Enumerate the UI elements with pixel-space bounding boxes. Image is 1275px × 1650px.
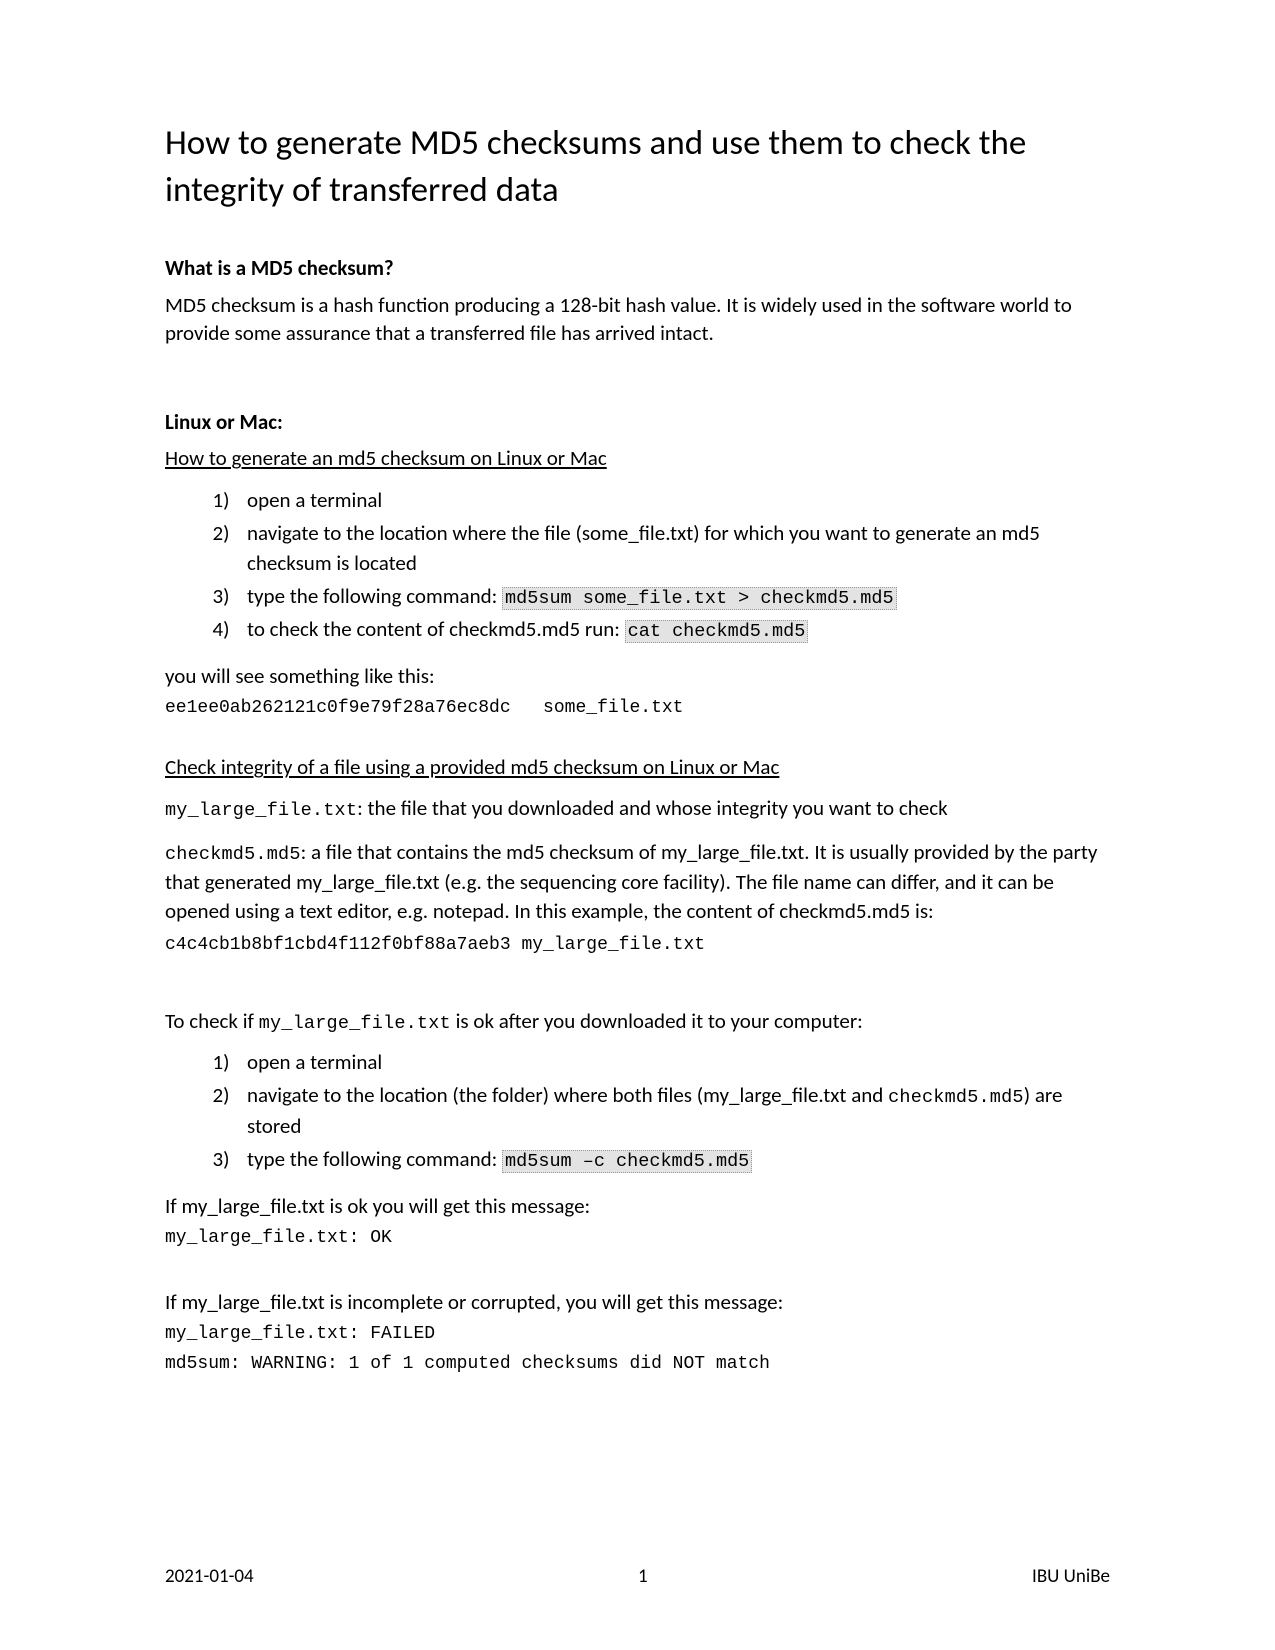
filename-checkmd5: checkmd5.md5 xyxy=(888,1087,1024,1108)
paragraph-large-file: my_large_file.txt: the file that you dow… xyxy=(165,794,1110,824)
paragraph-output-intro: you will see something like this: xyxy=(165,662,1110,690)
text: : the file that you downloaded and whose… xyxy=(357,795,948,821)
list-verify-steps: open a terminal navigate to the location… xyxy=(165,1047,1110,1176)
code-output-ok: my_large_file.txt: OK xyxy=(165,1228,1110,1248)
command-md5sum-check: md5sum –c checkmd5.md5 xyxy=(502,1150,752,1173)
document-page: How to generate MD5 checksums and use th… xyxy=(0,0,1275,1650)
list-generate-steps: open a terminal navigate to the location… xyxy=(165,485,1110,646)
text: navigate to the location (the folder) wh… xyxy=(247,1082,888,1108)
step-text: type the following command: xyxy=(247,1146,502,1172)
page-title: How to generate MD5 checksums and use th… xyxy=(165,120,1110,215)
paragraph-ok-intro: If my_large_file.txt is ok you will get … xyxy=(165,1192,1110,1220)
sub-heading-generate: How to generate an md5 checksum on Linux… xyxy=(165,445,1110,471)
footer-org: IBU UniBe xyxy=(1032,1565,1110,1588)
list-item: navigate to the location where the file … xyxy=(239,518,1110,579)
list-item: open a terminal xyxy=(239,485,1110,515)
list-item: navigate to the location (the folder) wh… xyxy=(239,1080,1110,1142)
step-text: to check the content of checkmd5.md5 run… xyxy=(247,616,625,642)
code-output-generate: ee1ee0ab262121c0f9e79f28a76ec8dc some_fi… xyxy=(165,698,1110,718)
command-cat: cat checkmd5.md5 xyxy=(625,620,809,643)
paragraph-to-check: To check if my_large_file.txt is ok afte… xyxy=(165,1007,1110,1037)
text: To check if xyxy=(165,1008,259,1034)
footer-page-number: 1 xyxy=(638,1565,648,1588)
text: is ok after you downloaded it to your co… xyxy=(451,1008,863,1034)
paragraph-fail-intro: If my_large_file.txt is incomplete or co… xyxy=(165,1288,1110,1316)
list-item: to check the content of checkmd5.md5 run… xyxy=(239,614,1110,646)
command-md5sum-generate: md5sum some_file.txt > checkmd5.md5 xyxy=(502,587,897,610)
paragraph-checkmd5-file: checkmd5.md5: a file that contains the m… xyxy=(165,838,1110,925)
filename-checkmd5: checkmd5.md5 xyxy=(165,844,301,865)
code-output-failed: my_large_file.txt: FAILED xyxy=(165,1324,1110,1344)
page-footer: 2021-01-04 1 IBU UniBe xyxy=(165,1565,1110,1588)
list-item: type the following command: md5sum –c ch… xyxy=(239,1144,1110,1176)
section-heading-linux-mac: Linux or Mac: xyxy=(165,409,1110,435)
step-text: type the following command: xyxy=(247,583,502,609)
code-checkmd5-content: c4c4cb1b8bf1cbd4f112f0bf88a7aeb3 my_larg… xyxy=(165,935,1110,955)
paragraph-whatis: MD5 checksum is a hash function producin… xyxy=(165,291,1110,348)
sub-heading-check-integrity: Check integrity of a file using a provid… xyxy=(165,754,1110,780)
code-output-warning: md5sum: WARNING: 1 of 1 computed checksu… xyxy=(165,1354,1110,1374)
filename-my-large-file: my_large_file.txt xyxy=(259,1013,451,1034)
section-heading-whatis: What is a MD5 checksum? xyxy=(165,255,1110,281)
footer-date: 2021-01-04 xyxy=(165,1565,254,1588)
filename-my-large-file: my_large_file.txt xyxy=(165,800,357,821)
text: : a file that contains the md5 checksum … xyxy=(165,839,1097,923)
list-item: type the following command: md5sum some_… xyxy=(239,581,1110,613)
list-item: open a terminal xyxy=(239,1047,1110,1077)
